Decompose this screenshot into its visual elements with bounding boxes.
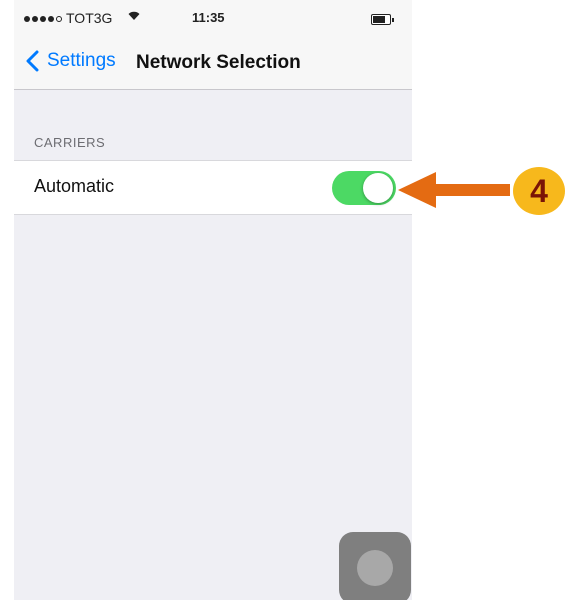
- wifi-icon: [127, 8, 141, 24]
- row-label: Automatic: [34, 176, 115, 196]
- chevron-left-icon: [26, 50, 39, 72]
- toggle-knob: [363, 173, 393, 203]
- phone-screen: TOT3G 11:35 Settings Network Selection C…: [14, 0, 412, 600]
- assistive-touch-inner: [357, 550, 393, 586]
- clock: 11:35: [192, 10, 225, 25]
- step-number: 4: [530, 172, 548, 209]
- back-button[interactable]: Settings: [24, 50, 116, 72]
- signal-strength-icon: [24, 16, 62, 22]
- status-bar: TOT3G 11:35: [14, 0, 412, 40]
- navigation-bar: Settings Network Selection: [14, 40, 412, 90]
- automatic-toggle[interactable]: [332, 171, 396, 205]
- carrier-name: TOT3G: [66, 10, 113, 26]
- annotation-arrow-icon: [398, 172, 510, 208]
- page-title: Network Selection: [136, 52, 301, 73]
- section-header-carriers: CARRIERS: [34, 135, 106, 150]
- assistive-touch-button[interactable]: [339, 532, 411, 600]
- list-item-automatic: Automatic: [14, 160, 412, 215]
- step-badge: 4: [513, 167, 565, 215]
- battery-icon: [371, 14, 394, 25]
- back-button-label: Settings: [47, 50, 116, 71]
